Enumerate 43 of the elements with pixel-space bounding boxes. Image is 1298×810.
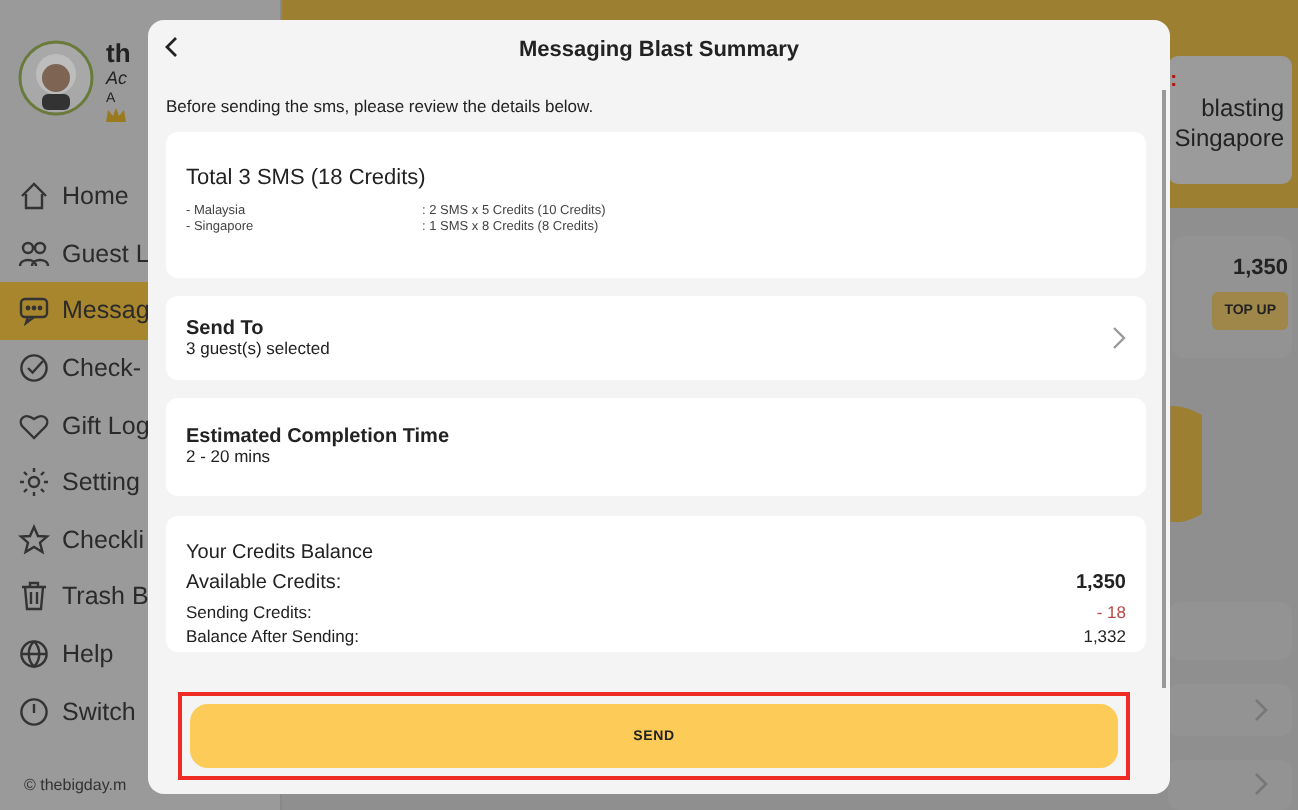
- circle-graphic: [1170, 405, 1202, 523]
- send-to-subtitle: 3 guest(s) selected: [186, 339, 330, 359]
- balance-label: Sending Credits:: [186, 599, 312, 624]
- check-badge-icon: [18, 352, 50, 385]
- settings-icon: [18, 466, 50, 499]
- notice-text: blasting: [1201, 94, 1284, 124]
- notice-mark: :: [1170, 68, 1178, 95]
- back-icon[interactable]: [164, 36, 178, 58]
- balance-label: Available Credits:: [186, 570, 342, 598]
- chevron-right-icon: [1254, 772, 1268, 797]
- send-to-title: Send To: [186, 317, 266, 340]
- star-icon: [18, 523, 50, 556]
- balance-label: Balance After Sending:: [186, 623, 359, 649]
- copyright-text: © thebigday.m: [22, 776, 129, 794]
- send-to-card[interactable]: Send To 3 guest(s) selected: [166, 296, 1146, 380]
- power-icon: [18, 695, 50, 728]
- chevron-right-icon: [1254, 698, 1268, 722]
- profile-name: th: [106, 40, 131, 66]
- balance-value: - 18: [1096, 599, 1126, 624]
- list-row[interactable]: [1168, 759, 1292, 810]
- scrollbar-thumb[interactable]: [1162, 90, 1166, 688]
- sms-total: Total 3 SMS (18 Credits): [186, 166, 428, 190]
- completion-title: Estimated Completion Time: [186, 426, 450, 449]
- people-icon: [18, 237, 50, 270]
- list-card: [1168, 602, 1292, 661]
- credits-count: 1,350: [1232, 256, 1288, 280]
- heart-icon: [18, 409, 50, 442]
- intro-text: Before sending the sms, please review the details below.: [166, 96, 596, 116]
- balance-title: Your Credits Balance: [186, 542, 376, 564]
- chevron-right-icon: [1112, 326, 1126, 350]
- list-row[interactable]: [1168, 684, 1292, 736]
- trash-icon: [18, 580, 50, 613]
- profile-role: Ac: [106, 70, 128, 88]
- completion-time: 2 - 20 mins: [186, 448, 273, 468]
- notice-text: Singapore: [1174, 123, 1284, 152]
- balance-value: 1,350: [1075, 570, 1126, 598]
- balance-value: 1,332: [1083, 623, 1126, 649]
- dialog-title: Messaging Blast Summary: [519, 37, 799, 61]
- globe-icon: [18, 638, 50, 671]
- avatar-icon: [18, 40, 94, 116]
- home-icon: [18, 180, 50, 213]
- crown-icon: [106, 108, 126, 122]
- chat-icon: [18, 294, 50, 327]
